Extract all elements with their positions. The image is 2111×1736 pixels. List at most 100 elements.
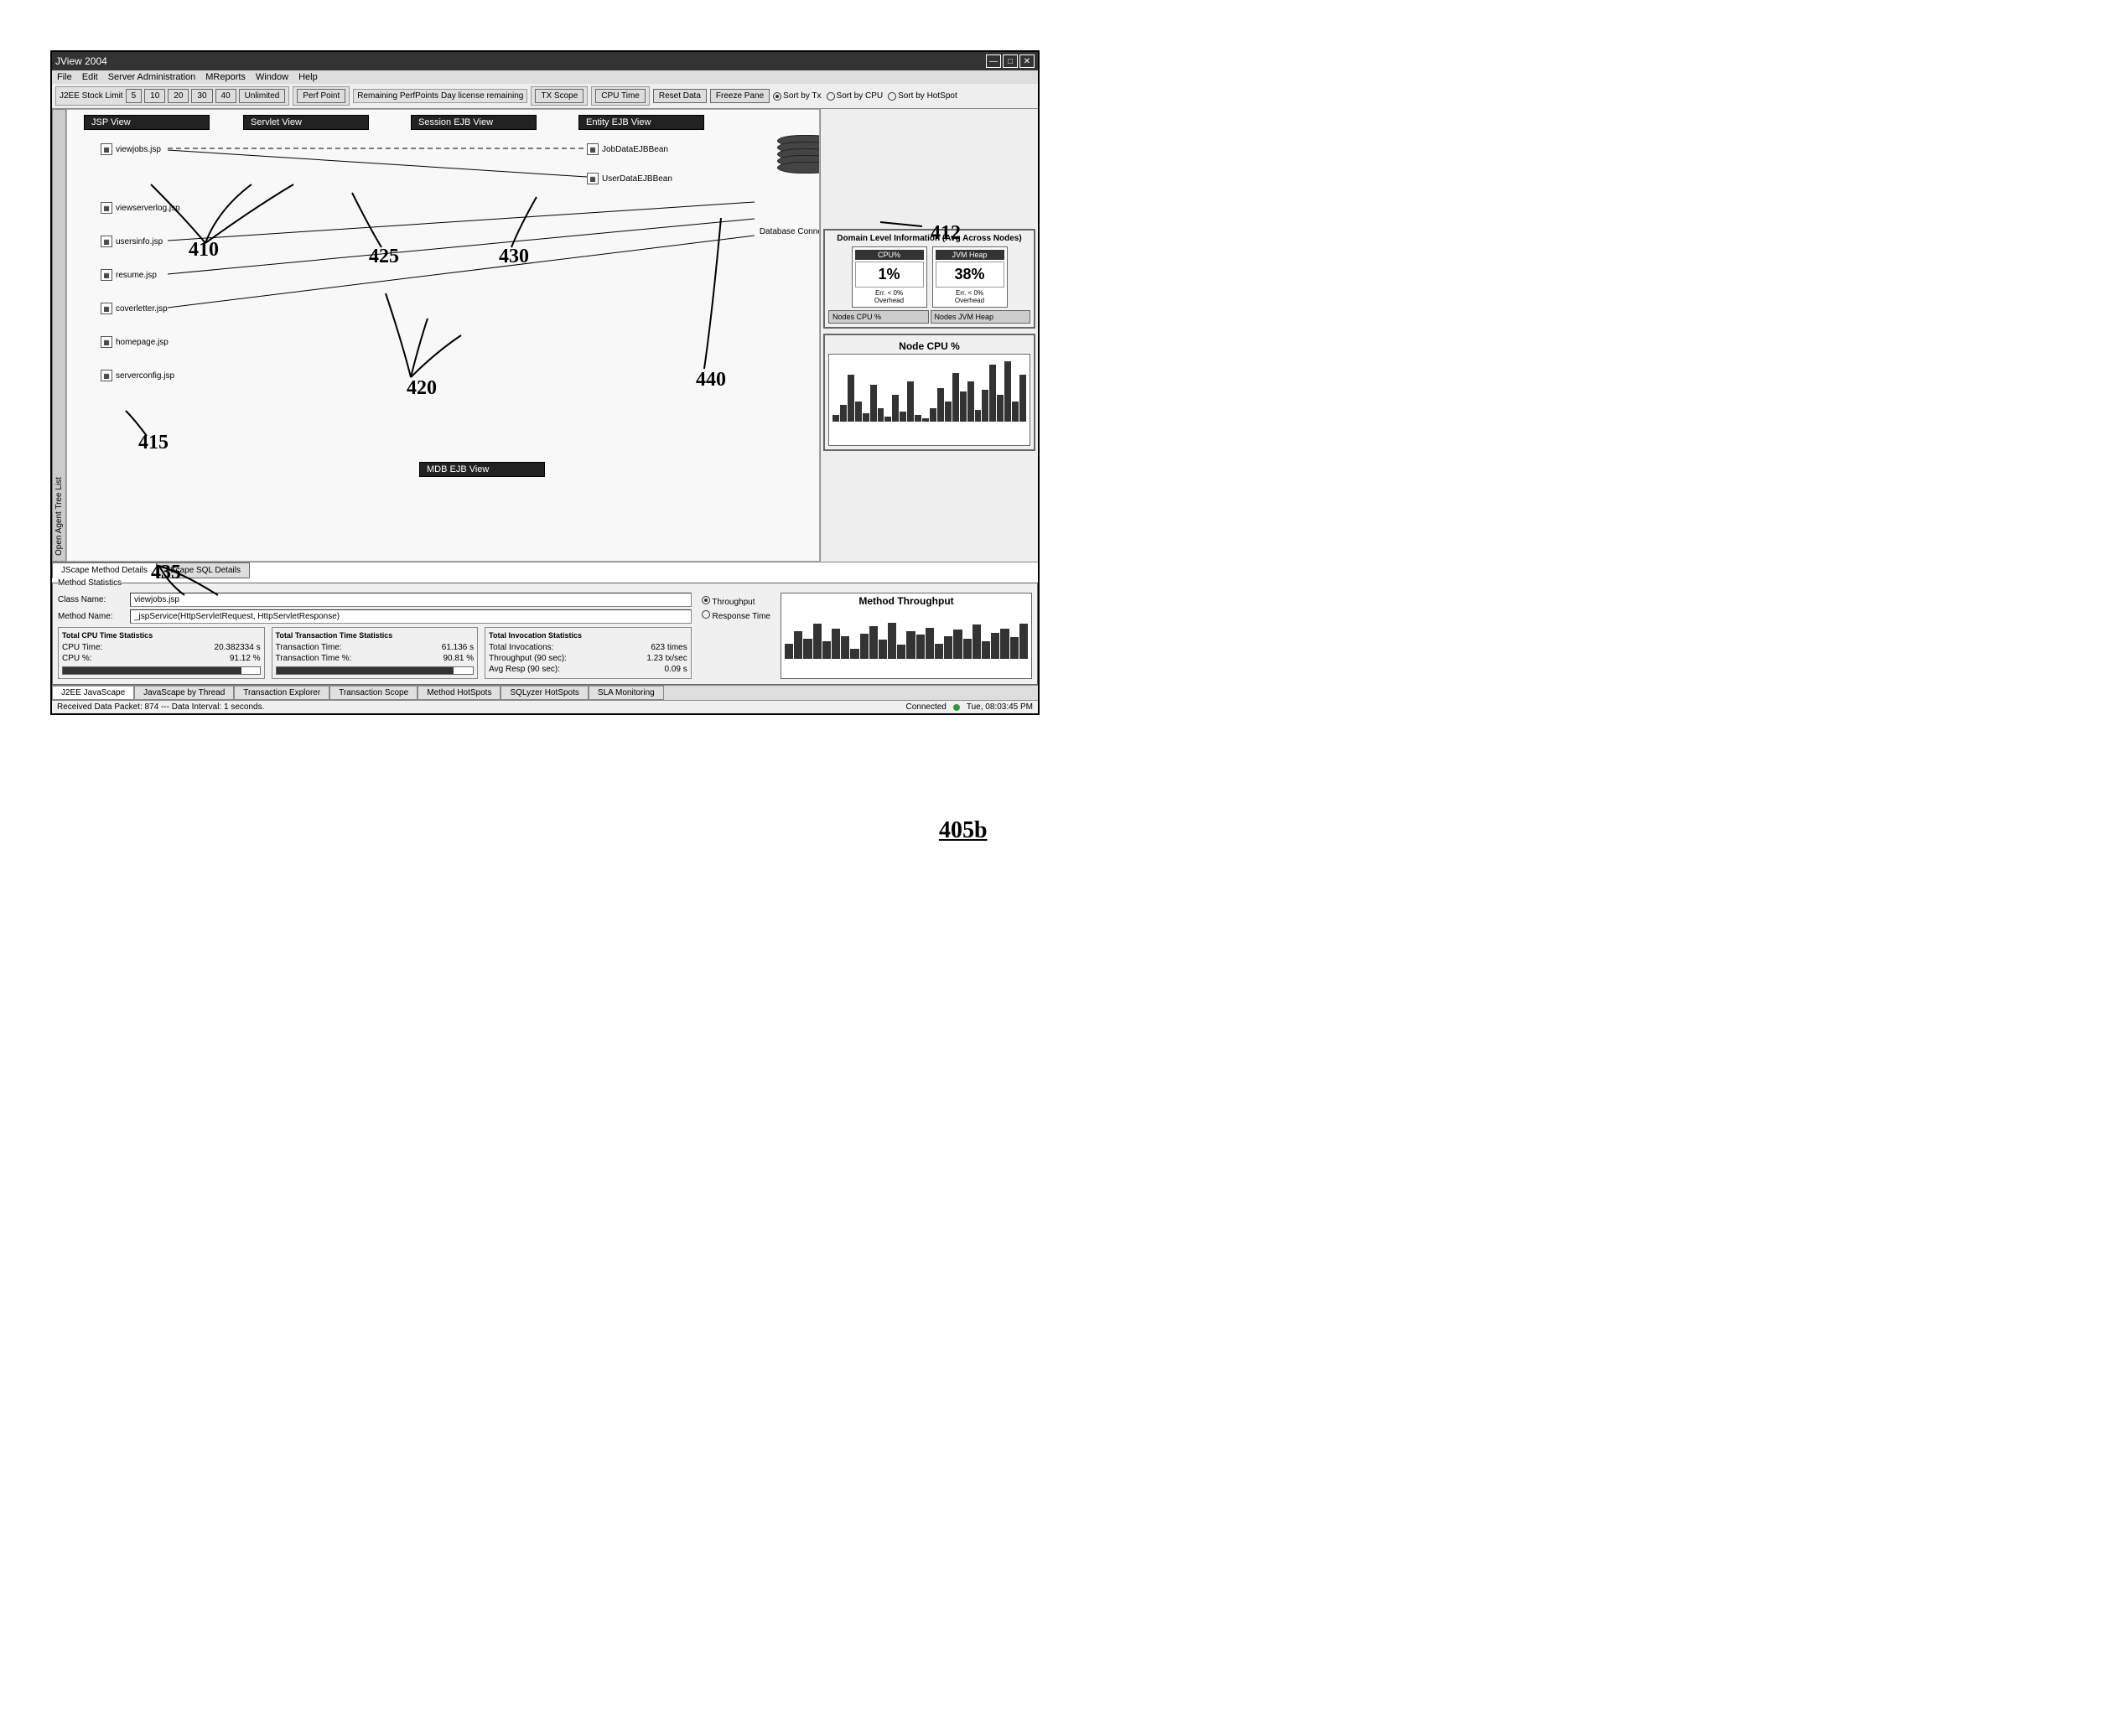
maximize-button[interactable]: □ — [1003, 54, 1018, 68]
throughput-radio[interactable]: Throughput — [702, 596, 770, 607]
minimize-button[interactable]: — — [986, 54, 1001, 68]
inv-resp-value: 0.09 s — [664, 665, 687, 674]
footer-tab-j2ee-javascape[interactable]: J2EE JavaScape — [52, 686, 134, 700]
footer-tab-tx-scope[interactable]: Transaction Scope — [329, 686, 418, 700]
jsp-node-coverletter[interactable]: ▦coverletter.jsp — [101, 303, 168, 314]
footer-tab-sla-monitoring[interactable]: SLA Monitoring — [589, 686, 664, 700]
jsp-icon: ▦ — [101, 143, 112, 155]
node-cpu-chart-panel: Node CPU % — [823, 334, 1035, 451]
perf-point-group: Perf Point — [293, 86, 350, 106]
limit-10[interactable]: 10 — [144, 89, 165, 103]
topology-lines — [67, 110, 819, 561]
footer-tab-tx-explorer[interactable]: Transaction Explorer — [234, 686, 329, 700]
menu-window[interactable]: Window — [256, 72, 288, 82]
menu-reports[interactable]: MReports — [205, 72, 246, 82]
limit-20[interactable]: 20 — [168, 89, 189, 103]
footer-tab-javascape-thread[interactable]: JavaScape by Thread — [134, 686, 234, 700]
heap-gauge-overhead: Overhead — [936, 297, 1004, 304]
jsp-node-serverconfig[interactable]: ▦serverconfig.jsp — [101, 370, 174, 381]
cpu-stats-title: Total CPU Time Statistics — [62, 631, 261, 640]
jsp-node-usersinfo[interactable]: ▦usersinfo.jsp — [101, 236, 163, 247]
perf-point-button[interactable]: Perf Point — [297, 89, 345, 103]
cpu-progress-bar — [62, 666, 261, 675]
tx-time-stats-group: Total Transaction Time Statistics Transa… — [272, 627, 479, 679]
application-window: JView 2004 — □ ✕ File Edit Server Admini… — [50, 50, 1040, 715]
menu-help[interactable]: Help — [298, 72, 318, 82]
mdb-ejb-view-header: MDB EJB View — [419, 462, 545, 477]
sort-by-tx-radio[interactable]: Sort by Tx — [773, 91, 821, 101]
cpu-time-label: CPU Time: — [62, 643, 102, 652]
heap-gauge-label: JVM Heap — [936, 250, 1004, 260]
sort-by-cpu-radio[interactable]: Sort by CPU — [827, 91, 884, 101]
response-time-radio[interactable]: Response Time — [702, 610, 770, 621]
domain-info-title: Domain Level Information (Avg Across Nod… — [828, 234, 1030, 243]
jsp-node-resume[interactable]: ▦resume.jsp — [101, 269, 157, 281]
menu-server-admin[interactable]: Server Administration — [108, 72, 196, 82]
sql-details-tab[interactable]: JScape SQL Details — [157, 562, 250, 578]
limit-5[interactable]: 5 — [126, 89, 143, 103]
database-label: Database Connections — [760, 227, 820, 236]
entity-ejb-view-header: Entity EJB View — [578, 115, 704, 130]
footer-tab-sqlyzer-hotspots[interactable]: SQLyzer HotSpots — [501, 686, 588, 700]
method-details-tab[interactable]: JScape Method Details — [52, 562, 157, 578]
remaining-perf-label: Remaining PerfPoints — [357, 91, 438, 101]
figure-label: 405b — [939, 817, 988, 844]
reset-data-button[interactable]: Reset Data — [653, 89, 707, 103]
class-name-field[interactable]: viewjobs.jsp — [130, 593, 692, 607]
sort-by-hotspot-radio[interactable]: Sort by HotSpot — [888, 91, 957, 101]
cputime-group: CPU Time — [591, 86, 650, 106]
connection-indicator-icon — [953, 704, 960, 711]
tx-time-label: Transaction Time: — [276, 643, 342, 652]
limit-40[interactable]: 40 — [215, 89, 236, 103]
menubar: File Edit Server Administration MReports… — [52, 70, 1038, 84]
cpu-pct-value: 91.12 % — [230, 654, 261, 663]
limit-30[interactable]: 30 — [191, 89, 212, 103]
method-throughput-chart: Method Throughput — [781, 593, 1032, 679]
toolbar: J2EE Stock Limit 5 10 20 30 40 Unlimited… — [52, 84, 1038, 109]
ejb-icon: ▦ — [587, 143, 599, 155]
jsp-node-homepage[interactable]: ▦homepage.jsp — [101, 336, 169, 348]
ejb-node-userdata[interactable]: ▦UserDataEJBBean — [587, 173, 672, 184]
window-controls: — □ ✕ — [986, 54, 1035, 68]
method-statistics-legend: Method Statistics — [58, 578, 122, 588]
class-name-label: Class Name: — [58, 595, 125, 604]
freeze-pane-button[interactable]: Freeze Pane — [710, 89, 770, 103]
menu-edit[interactable]: Edit — [82, 72, 98, 82]
cpu-gauge-overhead: Overhead — [855, 297, 924, 304]
domain-info-panel: Domain Level Information (Avg Across Nod… — [823, 229, 1035, 329]
cputime-button[interactable]: CPU Time — [595, 89, 646, 103]
open-agent-tree-tab[interactable]: Open Agent Tree List — [52, 109, 66, 562]
tx-stats-title: Total Transaction Time Statistics — [276, 631, 475, 640]
jsp-icon: ▦ — [101, 236, 112, 247]
remaining-perf-value: Day license remaining — [441, 91, 523, 101]
cpu-time-stats-group: Total CPU Time Statistics CPU Time:20.38… — [58, 627, 265, 679]
jsp-node-viewjobs[interactable]: ▦viewjobs.jsp — [101, 143, 161, 155]
status-time: Tue, 08:03:45 PM — [967, 702, 1033, 712]
tx-progress-bar — [276, 666, 475, 675]
right-panel: Domain Level Information (Avg Across Nod… — [820, 109, 1038, 562]
topology-canvas[interactable]: JSP View Servlet View Session EJB View E… — [66, 109, 820, 562]
menu-file[interactable]: File — [57, 72, 72, 82]
main-area: Open Agent Tree List JSP View Servlet Vi… — [52, 109, 1038, 562]
method-name-field[interactable]: _jspService(HttpServletRequest, HttpServ… — [130, 609, 692, 624]
method-name-label: Method Name: — [58, 612, 125, 621]
node-cpu-chart-title: Node CPU % — [828, 339, 1030, 354]
ejb-node-jobdata[interactable]: ▦JobDataEJBBean — [587, 143, 668, 155]
close-button[interactable]: ✕ — [1019, 54, 1035, 68]
nodes-heap-tab[interactable]: Nodes JVM Heap — [931, 310, 1031, 324]
node-cpu-chart — [828, 354, 1030, 446]
ejb-icon: ▦ — [587, 173, 599, 184]
jsp-node-viewserverlog[interactable]: ▦viewserverlog.jsp — [101, 202, 180, 214]
footer-tab-method-hotspots[interactable]: Method HotSpots — [418, 686, 501, 700]
status-packet-info: Received Data Packet: 874 --- Data Inter… — [57, 702, 264, 712]
nodes-cpu-tab[interactable]: Nodes CPU % — [828, 310, 929, 324]
footer-tabs: J2EE JavaScape JavaScape by Thread Trans… — [52, 685, 1038, 700]
inv-total-value: 623 times — [651, 643, 687, 652]
inv-thr-label: Throughput (90 sec): — [489, 654, 567, 663]
limit-unlimited[interactable]: Unlimited — [239, 89, 286, 103]
inv-thr-value: 1.23 tx/sec — [646, 654, 687, 663]
txscope-button[interactable]: TX Scope — [535, 89, 584, 103]
statusbar: Received Data Packet: 874 --- Data Inter… — [52, 700, 1038, 713]
jsp-icon: ▦ — [101, 370, 112, 381]
heap-gauge-value: 38% — [936, 262, 1004, 288]
